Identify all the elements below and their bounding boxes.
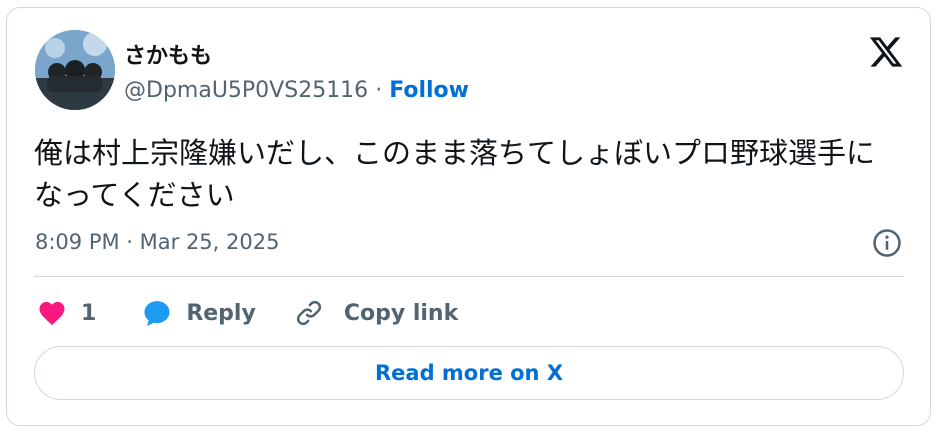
author-name[interactable]: さかもも — [124, 38, 212, 70]
separator-dot: · — [375, 78, 383, 103]
link-icon — [296, 300, 321, 326]
follow-button[interactable]: Follow — [389, 78, 469, 103]
x-logo-icon[interactable] — [868, 34, 904, 70]
tweet-text: 俺は村上宗隆嫌いだし、このまま落ちてしょぼいプロ野球選手になってください — [34, 136, 876, 212]
action-bar: 1 Reply Copy link — [37, 293, 458, 333]
tweet-card: さかもも @DpmaU5P0VS25116 · Follow 俺は村上宗隆嫌いだ… — [6, 7, 931, 426]
author-handle[interactable]: @DpmaU5P0VS25116 — [124, 78, 368, 103]
like-button[interactable]: 1 — [37, 298, 96, 328]
avatar-image — [35, 30, 115, 110]
read-more-label: Read more on X — [374, 361, 564, 385]
divider — [34, 276, 904, 277]
like-count: 1 — [81, 300, 97, 326]
reply-button[interactable]: Reply — [142, 298, 256, 328]
speech-bubble-icon — [144, 301, 170, 327]
info-icon[interactable] — [872, 228, 902, 258]
avatar[interactable] — [35, 30, 115, 110]
reply-label: Reply — [186, 300, 256, 326]
copy-link-button[interactable]: Copy link — [294, 298, 458, 328]
copy-link-label: Copy link — [343, 300, 459, 326]
tweet-timestamp[interactable]: 8:09 PM · Mar 25, 2025 — [35, 230, 279, 254]
read-more-button[interactable]: Read more on X — [34, 346, 904, 400]
author-handle-row: @DpmaU5P0VS25116 · Follow — [124, 78, 469, 103]
heart-icon — [39, 302, 65, 325]
